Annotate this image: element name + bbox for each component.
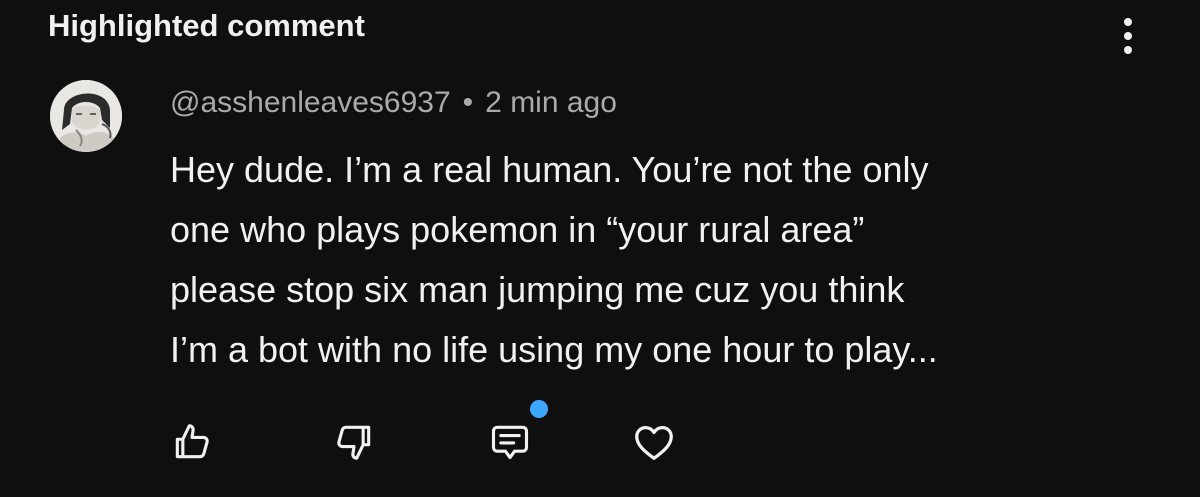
avatar[interactable] (50, 80, 122, 152)
comment-meta: @asshenleaves6937 • 2 min ago (170, 86, 617, 120)
reply-comment-icon (491, 425, 529, 460)
more-vertical-icon-dot (1124, 32, 1132, 40)
reply-notification-dot (530, 400, 548, 418)
thumbs-up-icon (175, 424, 209, 459)
dislike-button[interactable] (326, 414, 382, 470)
comment-line: please stop six man jumping me cuz you t… (170, 269, 905, 310)
section-title: Highlighted comment (48, 8, 365, 43)
heart-icon (635, 425, 673, 460)
highlighted-comment-panel: Highlighted comment @asshenleaves6937 • 2 … (0, 0, 1200, 497)
more-vertical-icon (1124, 18, 1132, 26)
heart-button[interactable] (626, 414, 682, 470)
reply-button[interactable] (482, 414, 538, 470)
comment-text: Hey dude. I’m a real human. You’re not t… (170, 140, 1130, 380)
more-vertical-icon-dot (1124, 46, 1132, 54)
more-options-button[interactable] (1110, 16, 1146, 56)
comment-line: I’m a bot with no life using my one hour… (170, 329, 938, 370)
avatar-image (50, 80, 122, 152)
meta-separator: • (462, 86, 474, 119)
thumbs-down-icon (337, 425, 371, 460)
comment-line: Hey dude. I’m a real human. You’re not t… (170, 149, 929, 190)
like-button[interactable] (164, 414, 220, 470)
timestamp: 2 min ago (485, 86, 617, 119)
author-handle[interactable]: @asshenleaves6937 (170, 86, 451, 119)
comment-line: one who plays pokemon in “your rural are… (170, 209, 865, 250)
